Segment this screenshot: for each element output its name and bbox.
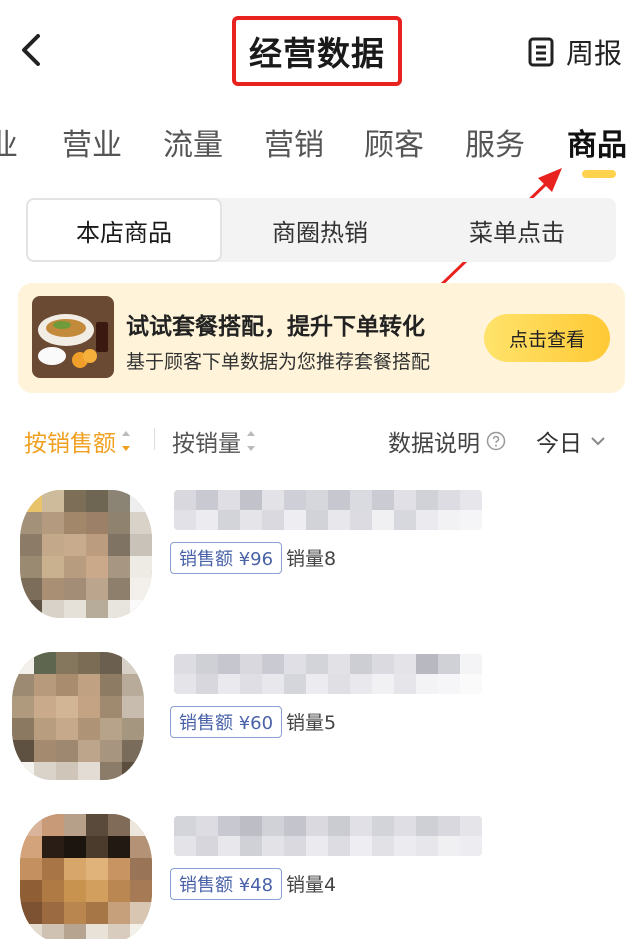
product-name-redacted (174, 654, 482, 694)
product-row[interactable]: 销售额 ¥48 销量4 (0, 812, 639, 939)
promo-subtitle: 基于顾客下单数据为您推荐套餐搭配 (126, 351, 431, 373)
sort-arrows-icon (247, 431, 255, 451)
view-combo-button[interactable]: 点击查看 (484, 314, 610, 362)
product-row[interactable]: 销售额 ¥96 销量8 (0, 486, 639, 626)
chevron-down-icon (591, 437, 605, 446)
segment-area-hot[interactable]: 商圈热销 (222, 198, 418, 262)
sales-amount-badge: 销售额 ¥48 (170, 868, 283, 900)
sort-by-sales[interactable]: 按销售额 (24, 424, 132, 458)
product-segment-control: 本店商品 商圈热销 菜单点击 (26, 198, 616, 262)
sort-divider (154, 428, 155, 450)
product-thumbnail (12, 652, 144, 780)
segment-menu-clicks[interactable]: 菜单点击 (418, 198, 616, 262)
data-info-label: 数据说明 (388, 431, 480, 457)
product-name-redacted (174, 490, 482, 530)
combo-food-image (32, 296, 114, 378)
sort-arrows-icon (122, 431, 130, 451)
annotation-arrow (384, 168, 562, 340)
sort-by-sales-label: 按销售额 (24, 431, 116, 457)
promo-title: 试试套餐搭配，提升下单转化 (126, 314, 425, 340)
sort-by-quantity[interactable]: 按销量 (172, 424, 257, 458)
sales-quantity: 销量4 (286, 874, 337, 896)
sales-quantity: 销量5 (286, 712, 337, 734)
segment-own-products[interactable]: 本店商品 (26, 198, 222, 262)
sales-quantity: 销量8 (286, 548, 337, 570)
sales-amount-badge: 销售额 ¥60 (170, 706, 283, 738)
sales-amount-badge: 销售额 ¥96 (170, 542, 283, 574)
data-info-link[interactable]: 数据说明 (388, 424, 506, 458)
product-name-redacted (174, 816, 482, 856)
date-selector[interactable]: 今日 (536, 424, 606, 458)
help-icon (486, 431, 506, 451)
product-row[interactable]: 销售额 ¥60 销量5 (0, 650, 639, 790)
product-thumbnail (20, 814, 152, 939)
sort-bar: 按销售额 按销量 数据说明 今日 (0, 420, 639, 460)
combo-promo-banner: 试试套餐搭配，提升下单转化 基于顾客下单数据为您推荐套餐搭配 点击查看 (18, 283, 625, 393)
product-thumbnail (20, 490, 152, 618)
sort-by-quantity-label: 按销量 (172, 431, 241, 457)
date-label: 今日 (536, 431, 582, 457)
